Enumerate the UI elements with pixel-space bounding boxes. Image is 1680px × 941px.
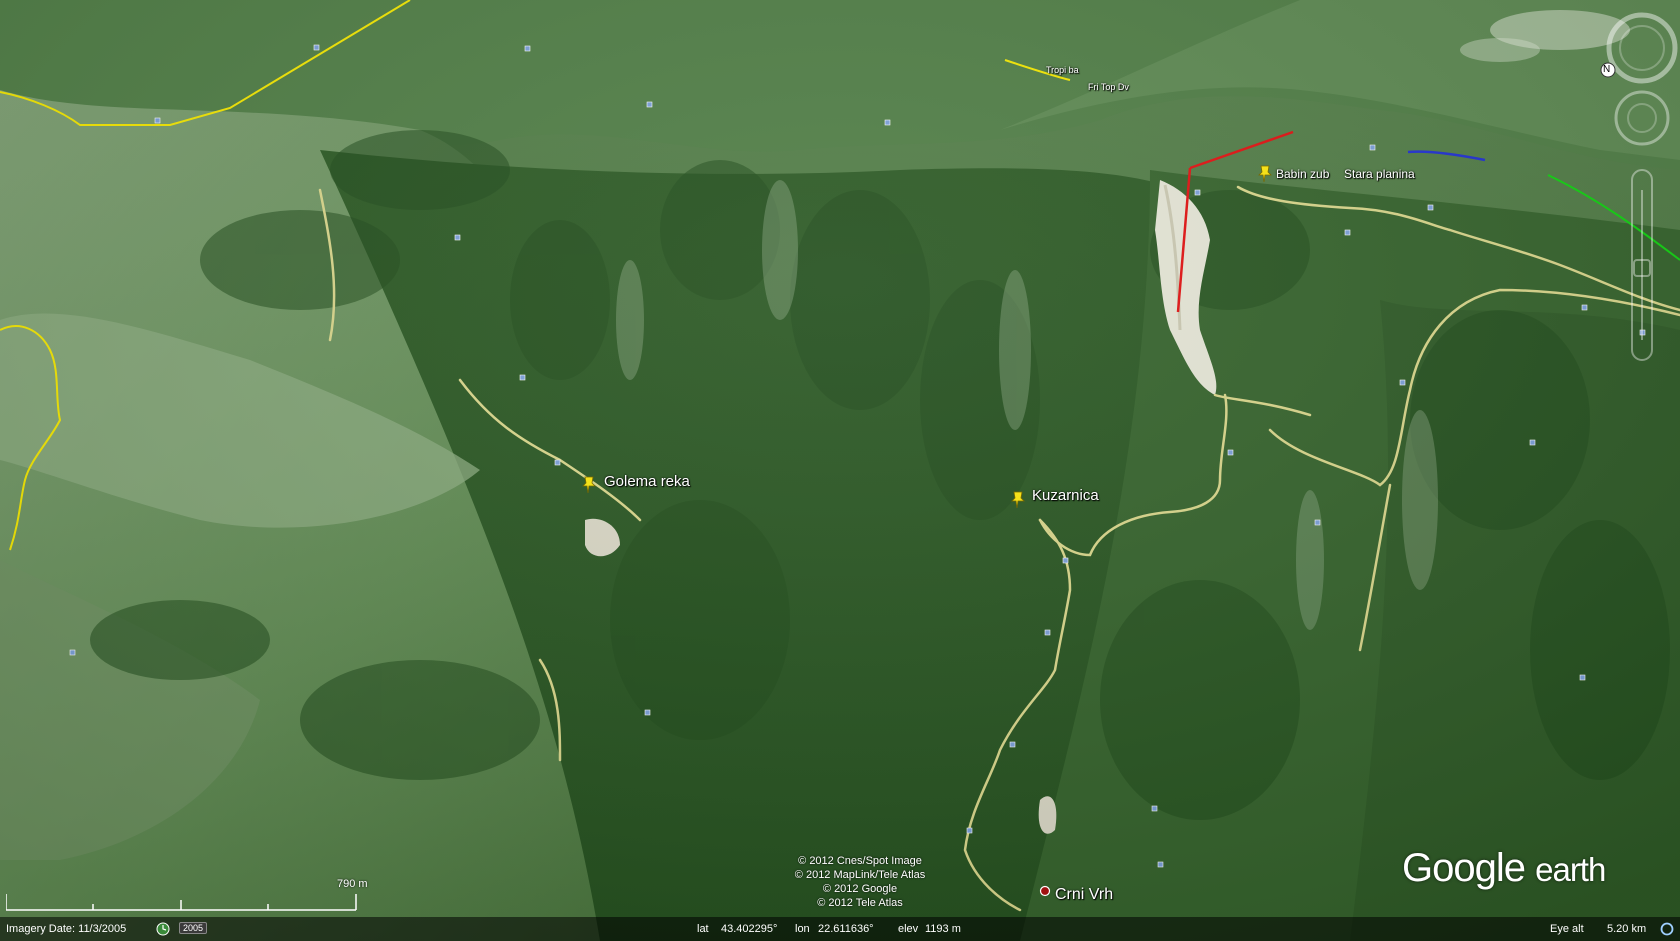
compass-north-label: N bbox=[1603, 64, 1611, 75]
look-joystick-icon bbox=[1614, 90, 1670, 146]
credit-line: © 2012 MapLink/Tele Atlas bbox=[794, 869, 926, 881]
placemark-small-label[interactable]: Fri Top Dv bbox=[1088, 82, 1129, 92]
historical-imagery-clock-icon[interactable] bbox=[156, 922, 170, 936]
credit-line: © 2012 Tele Atlas bbox=[817, 897, 903, 909]
streaming-indicator-icon bbox=[1660, 922, 1674, 936]
placemark-golema-reka[interactable]: Golema reka bbox=[604, 473, 690, 490]
placemark-crni-vrh[interactable]: Crni Vrh bbox=[1055, 886, 1113, 904]
placemark-kuzarnica[interactable]: Kuzarnica bbox=[1032, 487, 1099, 504]
imagery-date: Imagery Date: 11/3/2005 bbox=[6, 923, 127, 935]
google-earth-logo: Google earth bbox=[1402, 846, 1606, 891]
lat-label: lat bbox=[697, 923, 709, 935]
credit-line: © 2012 Cnes/Spot Image bbox=[798, 855, 922, 867]
placemark-dot-icon[interactable] bbox=[1039, 885, 1051, 897]
lat-value: 43.402295° bbox=[721, 923, 778, 935]
elev-label: elev bbox=[898, 923, 919, 935]
eye-alt-value: 5.20 km bbox=[1607, 923, 1647, 935]
logo-google: Google bbox=[1402, 846, 1526, 890]
placemark-pin-icon[interactable] bbox=[1258, 165, 1272, 183]
placemark-pin-icon[interactable] bbox=[1011, 491, 1025, 509]
placemark-small-label[interactable]: Tropi ba bbox=[1046, 65, 1079, 75]
logo-earth: earth bbox=[1535, 851, 1606, 888]
zoom-slider-icon bbox=[1631, 169, 1653, 361]
status-bar: Imagery Date: 11/3/2005 2005 lat 43.4022… bbox=[0, 917, 1680, 941]
placemark-pin-icon[interactable] bbox=[582, 476, 596, 494]
placemark-babin-zub[interactable]: Babin zub bbox=[1276, 167, 1329, 181]
eye-alt-label: Eye alt bbox=[1550, 923, 1584, 935]
placemark-stara-planina[interactable]: Stara planina bbox=[1344, 167, 1415, 181]
scale-label: 790 m bbox=[337, 878, 368, 890]
history-year-badge[interactable]: 2005 bbox=[179, 922, 208, 934]
terrain-map[interactable] bbox=[0, 0, 1680, 941]
imagery-credits: © 2012 Cnes/Spot Image © 2012 MapLink/Te… bbox=[760, 854, 960, 910]
elev-value: 1193 m bbox=[925, 923, 961, 935]
scale-bar bbox=[6, 894, 357, 911]
lon-label: lon bbox=[795, 923, 810, 935]
credit-line: © 2012 Google bbox=[822, 883, 898, 895]
compass-ring-icon bbox=[1600, 12, 1678, 84]
lon-value: 22.611636° bbox=[818, 923, 874, 935]
